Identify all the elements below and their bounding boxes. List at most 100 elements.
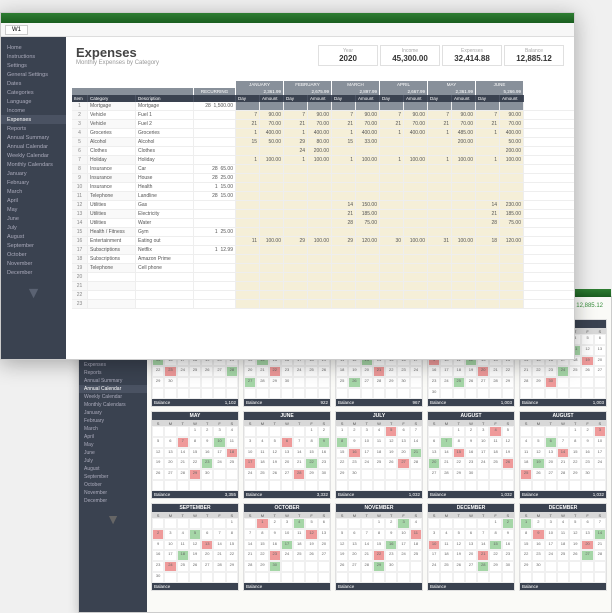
cell-day[interactable]: 14	[332, 201, 356, 209]
sidebar-item[interactable]: February	[1, 178, 66, 187]
cell-day[interactable]	[428, 210, 452, 218]
cell-amount[interactable]: 70.00	[308, 120, 332, 128]
cell-day[interactable]	[332, 165, 356, 173]
table-row[interactable]: 9InsuranceHouse28 25.00	[72, 174, 574, 183]
cell-day[interactable]	[476, 291, 500, 299]
cell-day[interactable]	[428, 147, 452, 155]
cell-day[interactable]	[236, 201, 260, 209]
cell-day[interactable]: 21	[236, 120, 260, 128]
cell-day[interactable]	[380, 255, 404, 263]
cell-day[interactable]	[380, 264, 404, 272]
cell-amount[interactable]	[404, 228, 428, 236]
cell-amount[interactable]	[356, 264, 380, 272]
cell-day[interactable]	[380, 138, 404, 146]
cell-amount[interactable]	[500, 300, 524, 308]
cell-day[interactable]: 1	[284, 129, 308, 137]
cell-amount[interactable]	[404, 165, 428, 173]
cell-day[interactable]: 29	[284, 237, 308, 245]
cell-amount[interactable]	[500, 291, 524, 299]
sidebar-item[interactable]: February	[79, 417, 147, 425]
sidebar-item[interactable]: December	[1, 268, 66, 277]
sidebar-item[interactable]: Annual Calendar	[1, 142, 66, 151]
cell-amount[interactable]	[500, 282, 524, 290]
cell-amount[interactable]	[404, 138, 428, 146]
cell-amount[interactable]	[308, 183, 332, 191]
cell-day[interactable]: 21	[380, 120, 404, 128]
cal-days[interactable]: 1234567891011121314151617181920212223242…	[336, 426, 422, 491]
cell-amount[interactable]	[308, 201, 332, 209]
cell-amount[interactable]: 100.00	[260, 156, 284, 164]
cell-day[interactable]	[380, 300, 404, 308]
sidebar-item[interactable]: Home	[1, 43, 66, 52]
sidebar-item[interactable]: September	[79, 473, 147, 481]
cell-amount[interactable]: 90.00	[260, 111, 284, 119]
cell-amount[interactable]	[260, 273, 284, 281]
cell-day[interactable]	[476, 147, 500, 155]
cell-amount[interactable]: 230.00	[500, 201, 524, 209]
cell-amount[interactable]: 185.00	[356, 210, 380, 218]
cell-day[interactable]	[428, 246, 452, 254]
cell-day[interactable]	[380, 165, 404, 173]
cell-day[interactable]	[332, 192, 356, 200]
cell-day[interactable]	[332, 255, 356, 263]
cell-day[interactable]: 14	[476, 201, 500, 209]
cell-day[interactable]	[284, 264, 308, 272]
sidebar-item[interactable]: Dates	[1, 79, 66, 88]
sidebar-item[interactable]: June	[1, 214, 66, 223]
cell-amount[interactable]	[500, 192, 524, 200]
sidebar-item[interactable]: Expenses	[1, 115, 66, 124]
cell-day[interactable]	[380, 192, 404, 200]
cell-amount[interactable]	[260, 264, 284, 272]
cell-day[interactable]	[236, 192, 260, 200]
cell-day[interactable]	[284, 165, 308, 173]
cell-day[interactable]	[284, 183, 308, 191]
cell-day[interactable]: 18	[476, 237, 500, 245]
cell-day[interactable]	[428, 300, 452, 308]
cell-day[interactable]	[476, 138, 500, 146]
cell-day[interactable]	[380, 228, 404, 236]
cell-amount[interactable]: 400.00	[500, 129, 524, 137]
cal-days[interactable]: 1234567891011121314151617181920212223242…	[152, 426, 238, 491]
cell-amount[interactable]	[356, 282, 380, 290]
cell-day[interactable]: 7	[236, 111, 260, 119]
cell-amount[interactable]	[500, 174, 524, 182]
cell-amount[interactable]	[452, 147, 476, 155]
cell-amount[interactable]: 80.00	[308, 138, 332, 146]
cell-amount[interactable]	[356, 246, 380, 254]
cell-amount[interactable]: 100.00	[404, 156, 428, 164]
cell-amount[interactable]	[260, 147, 284, 155]
sidebar-item[interactable]: April	[79, 433, 147, 441]
table-row[interactable]: 21	[72, 282, 574, 291]
cell-amount[interactable]: 70.00	[404, 120, 428, 128]
cell-day[interactable]	[380, 210, 404, 218]
cell-amount[interactable]	[404, 219, 428, 227]
cell-amount[interactable]	[260, 291, 284, 299]
cell-day[interactable]	[332, 147, 356, 155]
cell-day[interactable]	[476, 273, 500, 281]
mini-calendar[interactable]: JUNESMTWTFS12345678910111213141516171819…	[243, 411, 331, 499]
cell-amount[interactable]: 33.00	[356, 138, 380, 146]
cell-amount[interactable]	[500, 246, 524, 254]
cell-amount[interactable]: 100.00	[308, 156, 332, 164]
cell-day[interactable]	[428, 273, 452, 281]
cell-day[interactable]	[236, 174, 260, 182]
cell-day[interactable]	[236, 165, 260, 173]
table-row[interactable]: 15Health / FitnessGym1 25.00	[72, 228, 574, 237]
table-row[interactable]: 10InsuranceHealth1 15.00	[72, 183, 574, 192]
cell-amount[interactable]	[452, 255, 476, 263]
table-row[interactable]: 11TelephoneLandline28 15.00	[72, 192, 574, 201]
cell-amount[interactable]	[452, 165, 476, 173]
sidebar-item[interactable]: Weekly Calendar	[79, 393, 147, 401]
cell-amount[interactable]	[452, 183, 476, 191]
cell-amount[interactable]	[452, 246, 476, 254]
cell-amount[interactable]	[308, 300, 332, 308]
cell-day[interactable]: 7	[428, 111, 452, 119]
cell-amount[interactable]	[452, 192, 476, 200]
cell-amount[interactable]: 400.00	[404, 129, 428, 137]
chevron-down-icon[interactable]: ▼	[79, 511, 147, 527]
cell-day[interactable]	[332, 291, 356, 299]
cell-amount[interactable]	[260, 282, 284, 290]
sidebar-item[interactable]: March	[1, 187, 66, 196]
sidebar-item[interactable]: Monthly Calendars	[79, 401, 147, 409]
cell-day[interactable]	[236, 300, 260, 308]
